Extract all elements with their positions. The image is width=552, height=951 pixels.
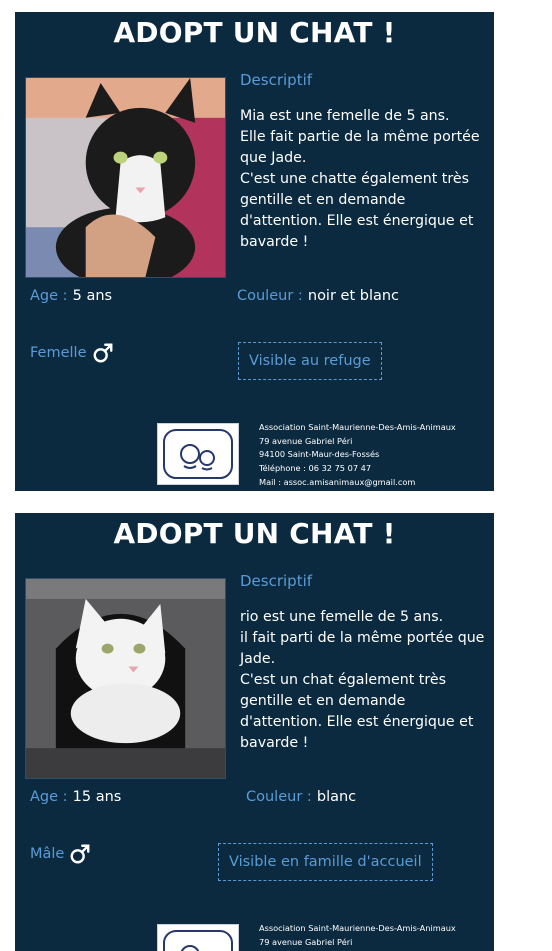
association-logo: [157, 924, 239, 951]
association-address: 79 avenue Gabriel Péri: [259, 435, 353, 446]
description-text: Mia est une femelle de 5 ans. Elle fait …: [240, 108, 480, 250]
association-city: 94100 Saint-Maur-des-Fossés: [259, 449, 380, 460]
association-footer: Association Saint-Maurienne-Des-Amis-Ani…: [157, 922, 487, 951]
sex-field: Femelle: [30, 342, 114, 364]
sex-label: Mâle: [30, 846, 65, 862]
card-title: ADOPT UN CHAT !: [113, 517, 396, 550]
status-badge: Visible en famille d'accueil: [218, 843, 433, 881]
age-label: Age :: [30, 789, 68, 805]
association-mail: Mail : assoc.amisanimaux@gmail.com: [259, 476, 416, 487]
cat-photo: [25, 578, 226, 779]
age-field: Age : 5 ans: [30, 285, 112, 304]
association-address: 79 avenue Gabriel Péri: [259, 936, 353, 947]
association-name: Association Saint-Maurienne-Des-Amis-Ani…: [259, 422, 456, 432]
association-logo: [157, 423, 239, 485]
status-badge: Visible au refuge: [238, 342, 382, 380]
description-label: Descriptif: [240, 572, 313, 590]
color-value: noir et blanc: [307, 288, 400, 304]
cat-photo: [25, 77, 226, 278]
association-info: Association Saint-Maurienne-Des-Amis-Ani…: [259, 421, 456, 490]
age-value: 5 ans: [72, 288, 113, 304]
age-value: 15 ans: [72, 789, 122, 805]
card-title: ADOPT UN CHAT !: [113, 16, 396, 49]
age-field: Age : 15 ans: [30, 786, 121, 805]
description-label: Descriptif: [240, 71, 313, 89]
male-symbol-icon: [93, 343, 112, 363]
cat-card: ADOPT UN CHAT ! Descriptif rio est une f…: [15, 513, 494, 951]
color-label: Couleur :: [246, 789, 312, 805]
association-footer: Association Saint-Maurienne-Des-Amis-Ani…: [157, 422, 487, 487]
color-field: Couleur : blanc: [246, 786, 356, 805]
color-field: Couleur : noir et blanc: [237, 285, 399, 304]
cat-card: ADOPT UN CHAT ! Descriptif Mia est une f…: [15, 12, 494, 491]
association-phone: Téléphone : 06 32 75 07 47: [259, 463, 372, 474]
association-info: Association Saint-Maurienne-Des-Amis-Ani…: [259, 922, 456, 949]
sex-label: Femelle: [30, 345, 87, 361]
color-value: blanc: [316, 789, 357, 805]
age-label: Age :: [30, 288, 68, 304]
association-name: Association Saint-Maurienne-Des-Amis-Ani…: [259, 923, 456, 933]
male-symbol-icon: [70, 844, 90, 864]
sex-field: Mâle: [30, 843, 91, 865]
color-label: Couleur :: [237, 288, 303, 304]
description-text: rio est une femelle de 5 ans. il fait pa…: [240, 609, 485, 751]
